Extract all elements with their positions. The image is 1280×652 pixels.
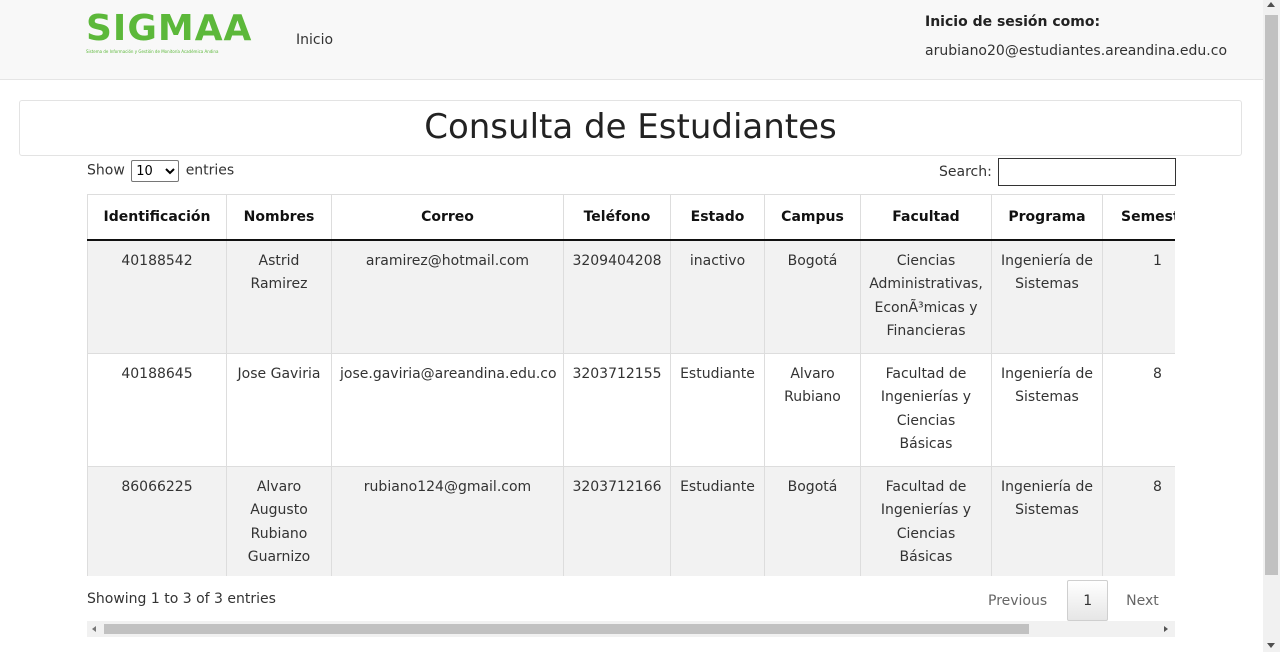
page-1-button[interactable]: 1 — [1067, 580, 1109, 621]
title-card: Consulta de Estudiantes — [19, 100, 1242, 156]
show-label: Show — [87, 162, 125, 179]
table-header-row: Identificación Nombres Correo Teléfono E… — [87, 194, 1175, 241]
cell-correo: aramirez@hotmail.com — [331, 239, 564, 353]
logo-subtitle: Sistema de Información y Gestión de Moni… — [86, 49, 219, 54]
cell-estado: Estudiante — [670, 465, 765, 576]
logo-text: SIGMAA — [86, 8, 253, 49]
login-email[interactable]: arubiano20@estudiantes.areandina.edu.co — [925, 43, 1227, 59]
cell-programa: Ingeniería de Sistemas — [991, 465, 1103, 576]
students-table: Identificación Nombres Correo Teléfono E… — [87, 194, 1175, 576]
login-label: Inicio de sesión como: — [925, 14, 1101, 30]
scroll-right-icon[interactable] — [1164, 626, 1168, 632]
cell-estado: Estudiante — [670, 352, 765, 466]
cell-nombres: Astrid Ramirez — [226, 239, 332, 353]
cell-identificacion: 40188645 — [87, 352, 227, 466]
column-header[interactable]: Correo — [331, 194, 564, 241]
entries-length-control: Show 10 entries — [87, 160, 234, 182]
table-row[interactable]: 40188645 Jose Gaviria jose.gaviria@arean… — [87, 352, 1175, 466]
nav-home-link[interactable]: Inicio — [296, 32, 333, 48]
table-info: Showing 1 to 3 of 3 entries — [87, 591, 276, 607]
scroll-left-icon[interactable] — [92, 626, 96, 632]
cell-estado: inactivo — [670, 239, 765, 353]
cell-semestre: 8 — [1102, 352, 1175, 466]
scroll-up-icon[interactable] — [1267, 2, 1275, 7]
table-row[interactable]: 86066225 Alvaro Augusto Rubiano Guarnizo… — [87, 465, 1175, 576]
entries-select[interactable]: 10 — [131, 160, 180, 182]
cell-nombres: Alvaro Augusto Rubiano Guarnizo — [226, 465, 332, 576]
cell-programa: Ingeniería de Sistemas — [991, 239, 1103, 353]
column-header[interactable]: Programa — [991, 194, 1103, 241]
cell-semestre: 8 — [1102, 465, 1175, 576]
cell-correo: jose.gaviria@areandina.edu.co — [331, 352, 564, 466]
search-control: Search: — [939, 158, 1176, 186]
cell-correo: rubiano124@gmail.com — [331, 465, 564, 576]
cell-semestre: 1 — [1102, 239, 1175, 353]
cell-telefono: 3203712166 — [563, 465, 671, 576]
horizontal-scrollbar-thumb[interactable] — [104, 624, 1029, 634]
cell-telefono: 3209404208 — [563, 239, 671, 353]
column-header[interactable]: Estado — [670, 194, 765, 241]
navbar: SIGMAA Sistema de Información y Gestión … — [0, 0, 1263, 80]
cell-facultad: Facultad de Ingenierías y Ciencias Básic… — [860, 352, 992, 466]
search-input[interactable] — [997, 158, 1176, 186]
cell-facultad: Facultad de Ingenierías y Ciencias Básic… — [860, 465, 992, 576]
column-header[interactable]: Nombres — [226, 194, 332, 241]
table-horizontal-scrollbar[interactable] — [87, 621, 1175, 637]
pagination: Previous 1 Next — [975, 580, 1176, 621]
search-label: Search: — [939, 164, 992, 180]
cell-campus: Bogotá — [764, 465, 861, 576]
column-header[interactable]: Facultad — [860, 194, 992, 241]
previous-button[interactable]: Previous — [975, 593, 1067, 609]
column-header[interactable]: Identificación — [87, 194, 227, 241]
scrollbar-thumb[interactable] — [1265, 15, 1278, 575]
cell-programa: Ingeniería de Sistemas — [991, 352, 1103, 466]
window-vertical-scrollbar[interactable] — [1263, 0, 1280, 652]
column-header[interactable]: Semest — [1102, 194, 1175, 241]
cell-identificacion: 40188542 — [87, 239, 227, 353]
column-header[interactable]: Campus — [764, 194, 861, 241]
cell-identificacion: 86066225 — [87, 465, 227, 576]
cell-facultad: Ciencias Administrativas, EconÃ³micas y … — [860, 239, 992, 353]
column-header[interactable]: Teléfono — [563, 194, 671, 241]
cell-nombres: Jose Gaviria — [226, 352, 332, 466]
entries-label: entries — [185, 162, 235, 179]
cell-telefono: 3203712155 — [563, 352, 671, 466]
page-title: Consulta de Estudiantes — [424, 107, 837, 147]
sigmaa-logo[interactable]: SIGMAA Sistema de Información y Gestión … — [86, 8, 253, 58]
cell-campus: Alvaro Rubiano — [764, 352, 861, 466]
next-button[interactable]: Next — [1108, 593, 1176, 609]
table-container: Identificación Nombres Correo Teléfono E… — [87, 194, 1175, 576]
scroll-down-icon[interactable] — [1267, 643, 1275, 648]
cell-campus: Bogotá — [764, 239, 861, 353]
table-row[interactable]: 40188542 Astrid Ramirez aramirez@hotmail… — [87, 239, 1175, 353]
